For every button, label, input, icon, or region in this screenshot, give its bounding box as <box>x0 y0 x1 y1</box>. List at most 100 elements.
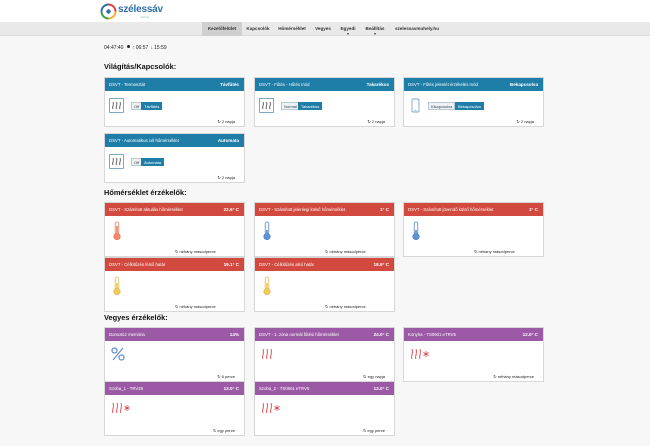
card-title: DSVT - 1. zóna normál fűtési hőmérséklet <box>259 332 339 337</box>
card-body: ↻ néhány másodperce <box>105 216 244 256</box>
last-updated: ↻ néhány másodperce <box>325 304 366 309</box>
card-header: Szoba_2 - TS0601 eTRV5 13.0° C <box>255 382 394 395</box>
misc-card: DSVT - 1. zóna normál fűtési hőmérséklet… <box>254 327 395 382</box>
card-title: Konyha - TS0601 eTRV5 <box>408 332 456 337</box>
option-button-selected[interactable]: Takarékos <box>298 102 323 110</box>
thermometer-hot-icon[interactable] <box>112 221 122 241</box>
heat-icon[interactable] <box>260 347 276 361</box>
last-updated: ↻ egy napja <box>363 374 385 379</box>
sun-icon <box>126 45 130 48</box>
misc-card: Szoba_1 - TRV28 13.0° C ↻ egy perce <box>104 381 245 436</box>
card-body: ↻ egy perce <box>105 395 244 435</box>
percent-icon[interactable] <box>110 346 126 362</box>
option-button-selected[interactable]: Bekapcsolva <box>455 102 484 110</box>
heat-icon <box>112 101 121 110</box>
thermometer-cold-icon[interactable] <box>262 221 272 241</box>
card-value: Bekapcsolva <box>509 82 538 87</box>
last-updated: ↻ 2 napja <box>367 119 385 124</box>
card-body: ↻ néhány másodperce <box>255 216 394 256</box>
card-title: DSVT - Célkitűzés felső határ <box>109 262 166 267</box>
last-updated: ↻ néhány másodperce <box>493 374 534 379</box>
thermometer-warm-icon[interactable] <box>262 276 272 296</box>
card-header: DSVT - Számított jelenlegi külső hőmérsé… <box>255 203 394 216</box>
top-bar: szélessáv műhely <box>0 0 650 22</box>
time-bar: 04:47:40 ↑06:57 ↓15:59 <box>104 44 168 51</box>
card-header: DSVT - 1. zóna normál fűtési hőmérséklet… <box>255 328 394 341</box>
last-updated: ↻ néhány másodperce <box>325 249 366 254</box>
nav-kezelofelulet[interactable]: Kezelőfelület <box>202 22 242 36</box>
radiator-snow-icon[interactable] <box>409 347 431 361</box>
card-header: DSVT - Fűtés - Hűtés mód Takarékos <box>255 78 394 91</box>
card-title: DSVT - Fűtés jelenlét érzékelés mód <box>408 82 478 87</box>
device-icon-button[interactable] <box>109 98 124 113</box>
card-body: ↻ egy napja <box>255 341 394 381</box>
last-updated: ↻ 8 perce <box>217 374 235 379</box>
nav-kapcsolok[interactable]: Kapcsolók <box>243 22 273 36</box>
card-value: 13.0° C <box>223 386 239 391</box>
nav-website[interactable]: szelessavmuhely.hu <box>390 22 444 36</box>
card-body: Off Automata ↻ 2 napja <box>105 147 244 182</box>
card-body: ↻ néhány másodperce <box>404 341 543 381</box>
chevron-down-icon <box>346 33 349 35</box>
card-body: ↻ néhány másodperce <box>255 271 394 311</box>
card-header: Domoticz memória 14% <box>105 328 244 341</box>
card-value: 13.0° C <box>373 386 389 391</box>
last-updated: ↻ 2 napja <box>217 175 235 180</box>
card-title: Szoba_1 - TRV28 <box>109 386 143 391</box>
brand-logo[interactable]: szélessáv műhely <box>100 3 166 20</box>
temp-card: DSVT - Számított jelenlegi külső hőmérsé… <box>254 202 395 257</box>
card-title: DSVT - Számított jelenlegi külső hőmérsé… <box>259 207 346 212</box>
sunrise-time: 06:57 <box>135 44 149 51</box>
card-body: ↻ egy perce <box>255 395 394 435</box>
nav-beallitas[interactable]: Beállítás <box>361 22 389 36</box>
card-value: Távfűtés <box>220 82 239 87</box>
last-updated: ↻ néhány másodperce <box>474 249 515 254</box>
device-icon-button[interactable] <box>408 98 423 113</box>
last-updated: ↻ egy perce <box>362 428 385 433</box>
card-title: DSVT - Fűtés - Hűtés mód <box>259 82 310 87</box>
card-title: DSVT - Célkitűzés alsó határ <box>259 262 315 267</box>
card-header: DSVT - Fűtés jelenlét érzékelés mód Beka… <box>404 78 543 91</box>
card-value: 18.9° C <box>373 262 389 267</box>
sunrise-arrow-icon: ↑ <box>132 44 135 51</box>
card-body: ↻ néhány másodperce <box>404 216 543 256</box>
card-header: Szoba_1 - TRV28 13.0° C <box>105 382 244 395</box>
phone-icon <box>411 98 420 113</box>
card-value: 12.0° C <box>522 332 538 337</box>
option-button-selected[interactable]: Automata <box>141 158 165 166</box>
card-value: Automata <box>217 138 239 143</box>
section-title-switches: Világítás/Kapcsolók: <box>104 62 177 71</box>
thermometer-warm-icon[interactable] <box>112 276 122 296</box>
thermometer-cold-icon[interactable] <box>411 221 421 241</box>
switch-card: DSVT - Fűtés - Hűtés mód Takarékos Normá… <box>254 77 395 127</box>
brand-tagline: műhely <box>140 15 150 19</box>
option-button-selected[interactable]: Távfűtés <box>141 102 163 110</box>
temp-card: DSVT - Számított jövendő külső hőmérsékl… <box>403 202 544 257</box>
radiator-snow-icon[interactable] <box>260 401 282 415</box>
card-header: DSVT - Számított jövendő külső hőmérsékl… <box>404 203 543 216</box>
card-title: Domoticz memória <box>109 332 145 337</box>
temp-card: DSVT - Számított aktuális hőmérséklet 22… <box>104 202 245 257</box>
nav-egyedi[interactable]: Egyedi <box>336 22 360 36</box>
brand-name: szélessáv <box>118 4 163 15</box>
card-header: DSVT - Termosztát Távfűtés <box>105 78 244 91</box>
device-icon-button[interactable] <box>259 98 274 113</box>
last-updated: ↻ 2 napja <box>516 119 534 124</box>
nav-homerseklet[interactable]: Hőmérséklet <box>274 22 310 36</box>
misc-card: Domoticz memória 14% ↻ 8 perce <box>104 327 245 382</box>
device-icon-button[interactable] <box>109 154 124 169</box>
card-value: Takarékos <box>366 82 389 87</box>
option-button[interactable]: Kikapcsolva <box>428 102 456 110</box>
clock-text: 04:47:40 <box>104 44 124 51</box>
nav-vegyes[interactable]: Vegyes <box>311 22 335 36</box>
logo-mark-icon <box>100 3 117 20</box>
card-value: 1° C <box>380 207 389 212</box>
card-title: DSVT - Számított aktuális hőmérséklet <box>109 207 183 212</box>
card-value: 1° C <box>529 207 538 212</box>
last-updated: ↻ 2 napja <box>217 119 235 124</box>
card-title: DSVT - Automatikus cél hőmérséklet <box>109 138 179 143</box>
card-header: Konyha - TS0601 eTRV5 12.0° C <box>404 328 543 341</box>
radiator-snow-icon[interactable] <box>110 401 132 415</box>
card-value: 14% <box>229 332 239 337</box>
last-updated: ↻ néhány másodperce <box>175 249 216 254</box>
